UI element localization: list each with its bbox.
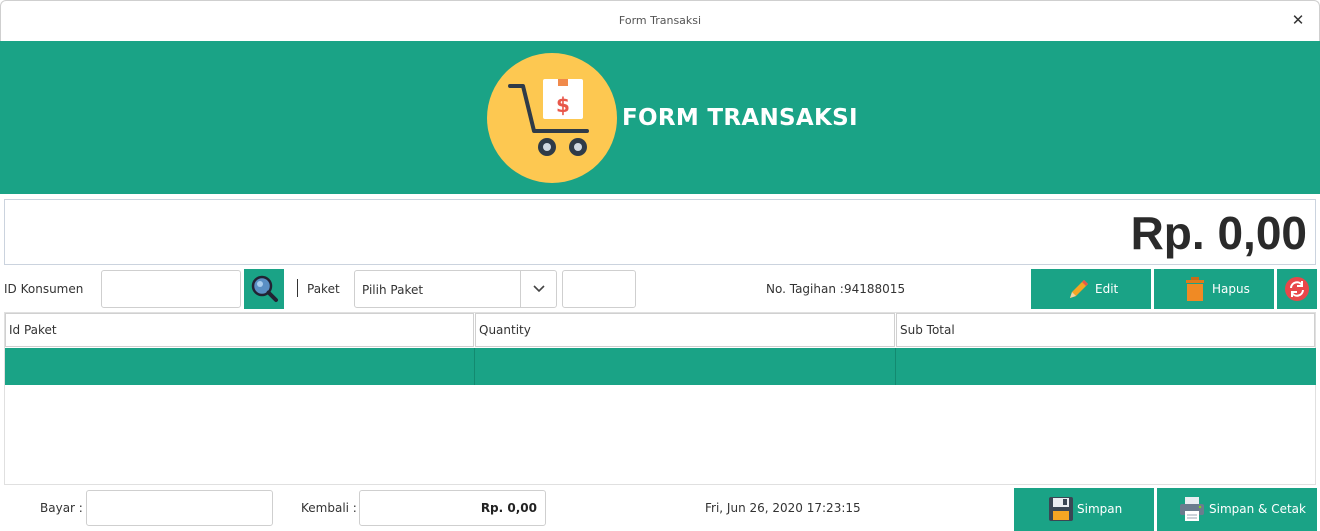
table-cell-quantity[interactable] (475, 348, 896, 385)
magnifier-icon (251, 275, 278, 302)
window-title: Form Transaksi (618, 14, 702, 27)
simpan-label: Simpan (1077, 502, 1123, 516)
transaction-table: Id Paket Quantity Sub Total (4, 312, 1316, 485)
bayar-label: Bayar : (40, 501, 83, 515)
no-tagihan-label: No. Tagihan : (766, 282, 844, 296)
column-header-sub-total[interactable]: Sub Total (896, 313, 1315, 347)
edit-label: Edit (1095, 282, 1119, 296)
id-konsumen-input[interactable] (101, 270, 241, 308)
column-header-id-paket[interactable]: Id Paket (5, 313, 474, 347)
paket-selected-value: Pilih Paket (362, 283, 424, 297)
hapus-button[interactable]: Hapus (1154, 269, 1274, 309)
paket-select[interactable]: Pilih Paket (354, 270, 557, 308)
search-button[interactable] (244, 269, 284, 309)
header-banner: $ FORM TRANSAKSI (0, 41, 1320, 194)
table-cell-sub-total[interactable] (896, 348, 1316, 385)
hapus-label: Hapus (1212, 282, 1250, 296)
no-tagihan-value: 94188015 (844, 282, 906, 296)
edit-button[interactable]: Edit (1031, 269, 1151, 309)
id-konsumen-label: ID Konsumen (4, 282, 84, 296)
bayar-input[interactable] (86, 490, 273, 526)
kembali-field: Rp. 0,00 (359, 490, 546, 526)
floppy-disk-icon (1049, 497, 1073, 521)
simpan-cetak-button[interactable]: Simpan & Cetak (1157, 488, 1317, 531)
datetime: Fri, Jun 26, 2020 17:23:15 (705, 501, 861, 515)
svg-text:$: $ (556, 93, 570, 117)
table-cell-id-paket[interactable] (5, 348, 475, 385)
paket-qty-input[interactable] (562, 270, 636, 308)
refresh-icon (1285, 277, 1309, 301)
chevron-down-icon[interactable] (520, 271, 556, 307)
page-title: FORM TRANSAKSI (622, 105, 858, 131)
close-icon[interactable]: ✕ (1291, 13, 1305, 28)
refresh-button[interactable] (1277, 269, 1317, 309)
total-display: Rp. 0,00 (4, 199, 1316, 265)
paket-label: Paket (307, 282, 340, 296)
shopping-cart-dollar-icon: $ (487, 53, 617, 183)
pencil-icon (1070, 280, 1088, 298)
kembali-label: Kembali : (301, 501, 357, 515)
column-header-quantity[interactable]: Quantity (475, 313, 895, 347)
trash-icon (1186, 277, 1204, 301)
kembali-value: Rp. 0,00 (480, 501, 537, 515)
simpan-button[interactable]: Simpan (1014, 488, 1154, 531)
printer-icon (1180, 497, 1204, 521)
separator (297, 279, 298, 297)
total-amount: Rp. 0,00 (1130, 207, 1307, 259)
window-titlebar: Form Transaksi ✕ (0, 0, 1320, 41)
simpan-cetak-label: Simpan & Cetak (1209, 502, 1306, 516)
table-row[interactable] (5, 348, 1316, 385)
